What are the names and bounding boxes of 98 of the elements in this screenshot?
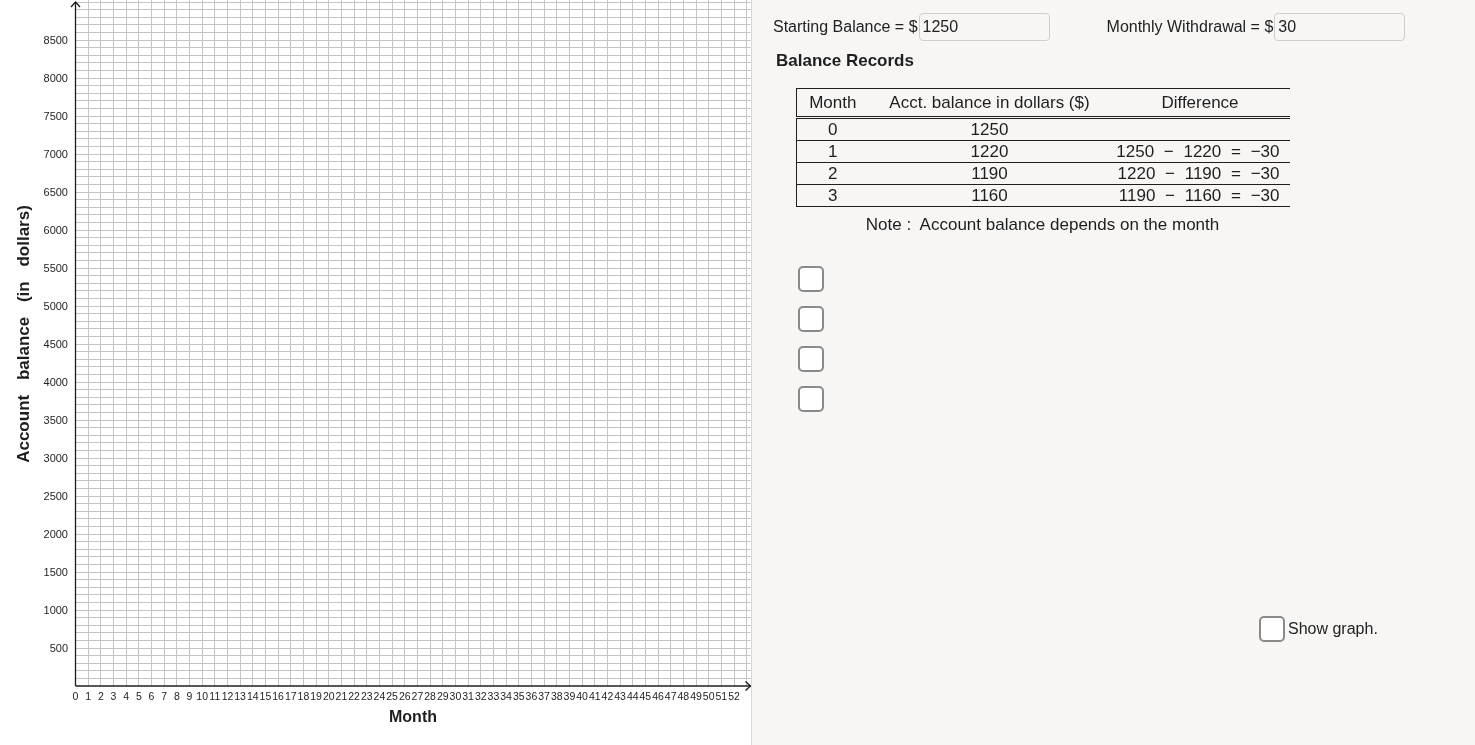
x-axis-title: Month — [389, 708, 437, 725]
input-field[interactable]: 1250 — [918, 13, 1050, 41]
table-cell: 2 — [796, 162, 869, 185]
table-cell: 1 — [796, 140, 869, 163]
axis-tick-label: 42 — [601, 690, 614, 702]
axis-tick-label: 29 — [436, 690, 449, 702]
axis-tick-label: 14 — [246, 690, 259, 702]
axis-tick-label: 9 — [186, 690, 193, 702]
axis-tick-label: 1500 — [43, 566, 68, 578]
axis-tick-label: 21 — [335, 690, 348, 702]
axis-tick-label: 24 — [373, 690, 386, 702]
axis-tick-label: 32 — [474, 690, 487, 702]
axis-tick-label: 2000 — [43, 528, 68, 540]
axis-tick-label: 18 — [297, 690, 310, 702]
field-label: Starting Balance = $ — [773, 17, 918, 37]
axis-tick-label: 26 — [398, 690, 411, 702]
table-cell: 1250 − 1220 = −30 — [1110, 140, 1290, 163]
axis-tick-label: 3000 — [43, 452, 68, 464]
axis-tick-label: 51 — [715, 690, 728, 702]
axis-tick-label: 22 — [348, 690, 360, 702]
y-axis-title: Account balance (in dollars) — [14, 205, 33, 463]
axis-tick-label: 45 — [639, 690, 652, 702]
axis-tick-label: 3500 — [43, 414, 68, 426]
axis-tick-label: 31 — [462, 690, 474, 702]
axis-tick-label: 4000 — [43, 376, 68, 388]
axis-tick-label: 7500 — [43, 110, 68, 122]
table-cell: 1250 — [868, 117, 1111, 141]
checkbox-label[interactable]: Show graph. — [1288, 619, 1378, 639]
axis-tick-label: 3 — [110, 690, 117, 702]
axis-tick-label: 46 — [652, 690, 664, 702]
axis-tick-label: 8 — [173, 690, 180, 702]
axis-tick-label: 1000 — [43, 604, 68, 616]
table-cell: 0 — [796, 117, 869, 141]
axis-tick-label: 4 — [123, 690, 130, 702]
axis-tick-label: 8500 — [43, 34, 68, 46]
column-header: Acct. balance in dollars ($) — [868, 88, 1111, 118]
axis-tick-label: 10 — [196, 690, 208, 702]
checkbox[interactable] — [798, 386, 824, 412]
axis-tick-label: 49 — [690, 690, 702, 702]
axis-tick-label: 33 — [487, 690, 500, 702]
axis-tick-label: 5 — [135, 690, 142, 702]
axis-tick-label: 44 — [626, 690, 639, 702]
column-header: Difference — [1110, 88, 1290, 118]
axis-tick-label: 6000 — [43, 224, 68, 236]
axis-tick-label: 17 — [284, 690, 297, 702]
axis-tick-label: 19 — [310, 690, 322, 702]
axis-tick-label: 5000 — [43, 300, 68, 312]
axis-tick-label: 7 — [161, 690, 168, 702]
axis-tick-label: 12 — [221, 690, 234, 702]
axis-tick-label: 50 — [702, 690, 715, 702]
axis-tick-label: 41 — [588, 690, 601, 702]
axis-tick-label: 23 — [360, 690, 373, 702]
table-cell: 1220 − 1190 = −30 — [1110, 162, 1290, 185]
axis-tick-label: 20 — [322, 690, 335, 702]
axis-tick-label: 36 — [525, 690, 538, 702]
axis-tick-label: 47 — [664, 690, 677, 702]
axis-tick-label: 8000 — [43, 72, 68, 84]
axis-tick-label: 40 — [576, 690, 588, 702]
field-label: Monthly Withdrawal = $ — [1106, 17, 1274, 37]
axis-tick-label: 2 — [97, 690, 104, 702]
axis-tick-label: 27 — [411, 690, 424, 702]
table-cell: 1160 — [868, 184, 1111, 207]
axis-tick-label: 7000 — [43, 148, 68, 160]
input-field[interactable]: 30 — [1274, 13, 1406, 41]
axis-tick-label: 1 — [85, 690, 92, 702]
axis-tick-label: 6 — [148, 690, 155, 702]
axis-tick-label: 11 — [209, 690, 221, 702]
table-cell: 3 — [796, 184, 869, 207]
table-cell: 1190 — [868, 162, 1111, 185]
note-text: Note : Account balance depends on the month — [865, 215, 1220, 235]
checkbox[interactable] — [1259, 616, 1285, 642]
axis-tick-label: 4500 — [43, 338, 68, 350]
table-cell: 1190 − 1160 = −30 — [1110, 184, 1290, 207]
axis-tick-label: 52 — [728, 690, 740, 702]
checkbox[interactable] — [798, 346, 824, 372]
axis-tick-label: 500 — [49, 642, 68, 654]
axis-tick-label: 15 — [259, 690, 272, 702]
axis-tick-label: 34 — [500, 690, 512, 702]
column-header: Month — [796, 88, 869, 118]
axis-tick-label: 43 — [614, 690, 626, 702]
checkbox[interactable] — [798, 266, 824, 292]
table-cell: 1220 — [868, 140, 1111, 163]
axis-tick-label: 35 — [512, 690, 525, 702]
section-title: Balance Records — [776, 51, 914, 71]
axis-tick-label: 5500 — [43, 262, 68, 274]
axis-tick-label: 37 — [538, 690, 550, 702]
axis-tick-label: 25 — [386, 690, 398, 702]
axis-tick-label: 6500 — [43, 186, 68, 198]
axis-tick-label: 0 — [72, 690, 79, 702]
axis-tick-label: 48 — [677, 690, 690, 702]
axis-tick-label: 28 — [424, 690, 436, 702]
axis-tick-label: 38 — [550, 690, 563, 702]
axis-tick-label: 30 — [449, 690, 462, 702]
axis-tick-label: 13 — [234, 690, 246, 702]
checkbox[interactable] — [798, 306, 824, 332]
axis-tick-label: 2500 — [43, 490, 68, 502]
axis-tick-label: 16 — [272, 690, 284, 702]
axis-tick-label: 39 — [563, 690, 576, 702]
